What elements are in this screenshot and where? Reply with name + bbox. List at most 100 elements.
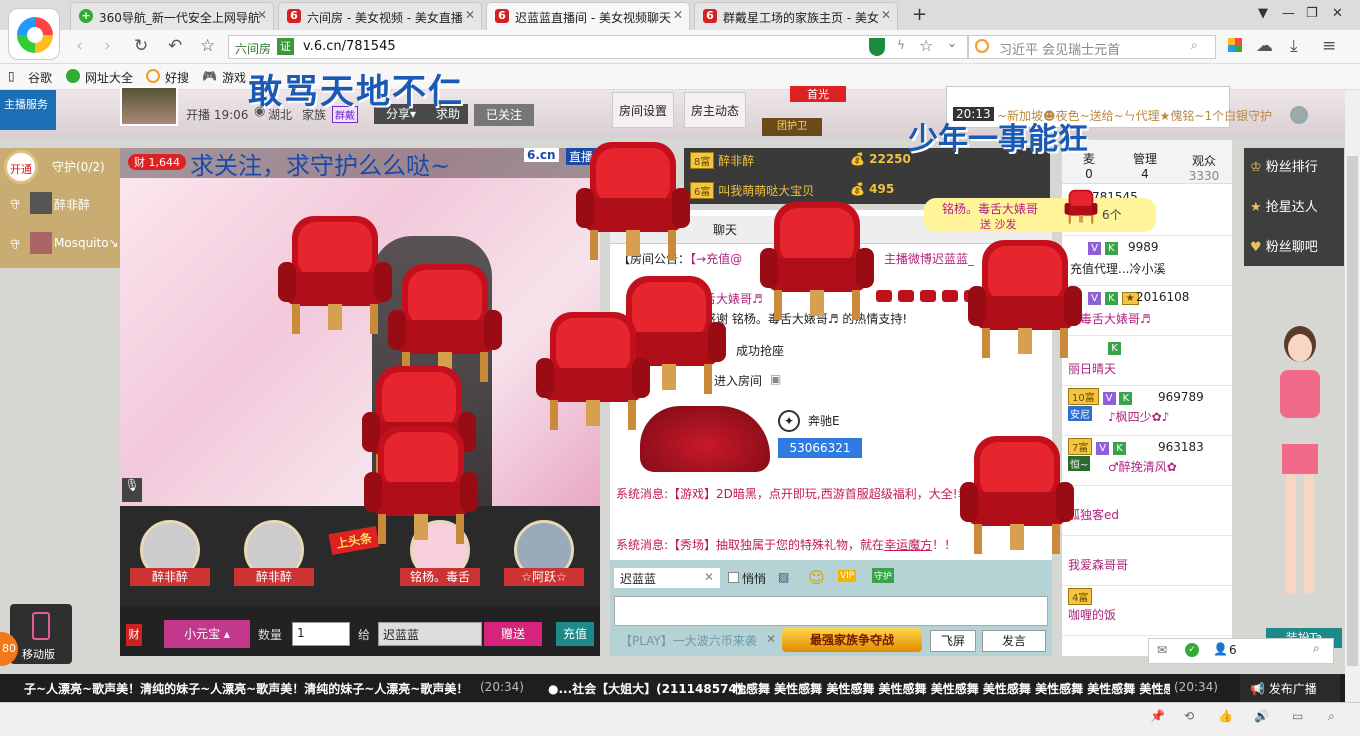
open-guard-button[interactable]: 开通 <box>4 150 38 184</box>
window-icon[interactable]: ▭ <box>1292 709 1303 723</box>
search-icon[interactable]: ⌕ <box>1191 38 1198 53</box>
refresh-icon[interactable]: ↻ <box>134 36 148 56</box>
close-icon[interactable]: ✕ <box>257 8 267 22</box>
browser-logo[interactable] <box>8 8 60 60</box>
search-input[interactable]: 习近平 会见瑞士元首 <box>999 39 1120 58</box>
back-icon[interactable]: ‹ <box>76 36 83 56</box>
search-box[interactable]: 习近平 会见瑞士元首 ⌕ <box>968 35 1216 59</box>
user-row[interactable]: 10富 V K 969789 安尼 ♪枫四少✿♪ <box>1062 386 1232 436</box>
new-tab-button[interactable]: + <box>912 4 927 25</box>
user-row[interactable]: V K 9989 充值代理...冷小溪 <box>1062 236 1232 286</box>
recipient-select[interactable]: 迟蓝蓝 <box>378 622 482 646</box>
chat-input[interactable] <box>614 596 1048 626</box>
user-row[interactable]: 我爱森哥哥 <box>1062 536 1232 586</box>
restore-icon[interactable]: ❐ <box>1306 6 1318 21</box>
apps-icon[interactable] <box>1228 38 1242 52</box>
fly-screen-button[interactable]: 飞屏 <box>930 630 976 652</box>
mobile-version-button[interactable]: 移动版 <box>10 604 72 664</box>
tab-6room-home[interactable]: 6 六间房 - 美女视频 - 美女直播 ✕ <box>278 2 482 30</box>
lightning-icon[interactable]: ϟ <box>897 38 905 52</box>
forward-icon[interactable]: › <box>104 36 111 56</box>
guest-name[interactable]: 铭杨。毒舌 <box>400 568 480 586</box>
close-icon[interactable]: ✕ <box>881 8 891 22</box>
mail-icon[interactable]: ✉ <box>1157 643 1167 657</box>
fan-rank-row[interactable]: 8富 醉非醉 <box>690 152 754 169</box>
guard-member[interactable]: 醉非醉 <box>54 196 90 213</box>
shield-icon[interactable] <box>869 38 885 56</box>
vip-icon[interactable]: VIP <box>838 570 857 582</box>
microphone-icon[interactable]: 🎙 <box>122 478 142 502</box>
bookmark-haosou[interactable]: 好搜 <box>165 69 189 86</box>
room-settings-button[interactable]: 房间设置 <box>612 92 674 128</box>
check-icon[interactable]: ✓ <box>1185 643 1199 657</box>
host-activity-button[interactable]: 房主动态 <box>684 92 746 128</box>
chevron-down-icon[interactable]: ⌄ <box>947 36 957 50</box>
fan-ranking-link[interactable]: ♔ 粉丝排行 <box>1250 156 1318 175</box>
image-icon[interactable]: ▨ <box>778 570 789 584</box>
user-row[interactable]: V K ★ 2016108 。毒舌大婊哥♬ <box>1062 286 1232 336</box>
pin-icon[interactable]: 📌 <box>1150 709 1165 723</box>
give-button[interactable]: 赠送 <box>484 622 542 646</box>
tab-family-home[interactable]: 6 群戴星工场的家族主页 - 美女 ✕ <box>694 2 898 30</box>
cloud-icon[interactable]: ☁ <box>1256 36 1273 56</box>
search-icon[interactable]: ⌕ <box>1328 709 1335 724</box>
anchor-avatar[interactable] <box>120 86 178 126</box>
followed-button[interactable]: 已关注 <box>474 104 534 126</box>
team-guard-badge[interactable]: 团护卫 <box>762 118 822 136</box>
tab-360-nav[interactable]: +360导航_新一代安全上网导航 ✕ <box>70 2 274 30</box>
guard-member[interactable]: Mosquito↘ <box>54 236 119 250</box>
tab-live-room[interactable]: 6 迟蓝蓝直播间 - 美女视频聊天 ✕ <box>486 2 690 30</box>
user-row[interactable]: 孤独客ed <box>1062 486 1232 536</box>
search-icon[interactable]: ⌕ <box>1313 641 1320 656</box>
menu-icon[interactable]: ≡ <box>1322 36 1336 56</box>
url-text[interactable]: v.6.cn/781545 <box>303 39 396 54</box>
tab-chat[interactable]: 聊天 <box>694 216 756 244</box>
bookmark-nav[interactable]: 网址大全 <box>85 69 133 86</box>
publish-broadcast-button[interactable]: 📢 发布广播 <box>1240 674 1340 702</box>
tab-admins[interactable]: 管理 4 <box>1130 150 1160 181</box>
star-grab-link[interactable]: ★ 抢星达人 <box>1250 196 1318 215</box>
thumbs-up-icon[interactable]: 👍 <box>1218 709 1233 723</box>
bookmark-google[interactable]: 谷歌 <box>28 69 52 86</box>
close-icon[interactable]: ✕ <box>766 632 776 646</box>
close-icon[interactable]: ✕ <box>673 8 683 22</box>
scrollbar-thumb[interactable] <box>1347 156 1358 666</box>
emoji-icon[interactable]: ☺ <box>808 568 825 587</box>
star-icon[interactable]: ☆ <box>200 36 215 56</box>
family-battle-button[interactable]: 最强家族争夺战 <box>782 628 922 652</box>
close-icon[interactable]: ✕ <box>704 570 714 584</box>
favorite-icon[interactable]: ☆ <box>919 36 933 55</box>
close-window-icon[interactable]: ✕ <box>1332 6 1343 21</box>
guard-avatar <box>30 192 52 214</box>
address-bar[interactable]: 六间房 证 v.6.cn/781545 ϟ ☆ ⌄ <box>228 35 968 59</box>
dress-up-avatar[interactable] <box>1270 326 1330 616</box>
host-service-button[interactable]: 主播服务 <box>0 90 56 130</box>
page-scrollbar[interactable] <box>1345 90 1360 702</box>
download-icon[interactable]: ⤓ <box>1290 36 1298 56</box>
shirt-icon[interactable]: ▼ <box>1258 6 1268 21</box>
tab-audience[interactable]: 观众 3330 <box>1186 152 1222 183</box>
promo-link[interactable]: 【PLAY】一大波六币来袭 <box>620 632 757 649</box>
quantity-stepper[interactable]: 1 <box>292 622 350 646</box>
close-icon[interactable]: ✕ <box>465 8 475 22</box>
gift-select[interactable]: 小元宝 ▴ <box>164 620 250 648</box>
user-row[interactable]: K 丽日晴天 <box>1062 336 1232 386</box>
send-button[interactable]: 发言 <box>982 630 1046 652</box>
announcement-weibo[interactable]: 主播微博迟蓝蓝_ <box>884 250 974 267</box>
guest-name[interactable]: 醉非醉 <box>234 568 314 586</box>
recharge-button[interactable]: 充值 <box>556 622 594 646</box>
minimize-icon[interactable]: — <box>1282 6 1295 21</box>
undo-icon[interactable]: ↶ <box>168 36 182 56</box>
guest-name[interactable]: ☆阿跃☆ <box>504 568 584 586</box>
guest-name[interactable]: 醉非醉 <box>130 568 210 586</box>
user-row[interactable]: 4富 咖喱的饭 <box>1062 586 1232 636</box>
user-row[interactable]: 7富 V K 963183 恒~ ♂醉挽清风✿ <box>1062 436 1232 486</box>
guard-icon[interactable]: 守护 <box>872 568 895 583</box>
refresh-icon[interactable]: ⟲ <box>1184 709 1194 723</box>
speaker-icon[interactable]: 🔊 <box>1254 709 1269 723</box>
fan-chat-link[interactable]: ♥ 粉丝聊吧 <box>1250 236 1318 255</box>
bookmark-games[interactable]: 游戏 <box>222 69 246 86</box>
car-owner-id[interactable]: 53066321 <box>778 438 862 458</box>
chat-target-select[interactable]: 迟蓝蓝 ✕ <box>614 568 720 588</box>
whisper-checkbox[interactable] <box>728 572 739 583</box>
